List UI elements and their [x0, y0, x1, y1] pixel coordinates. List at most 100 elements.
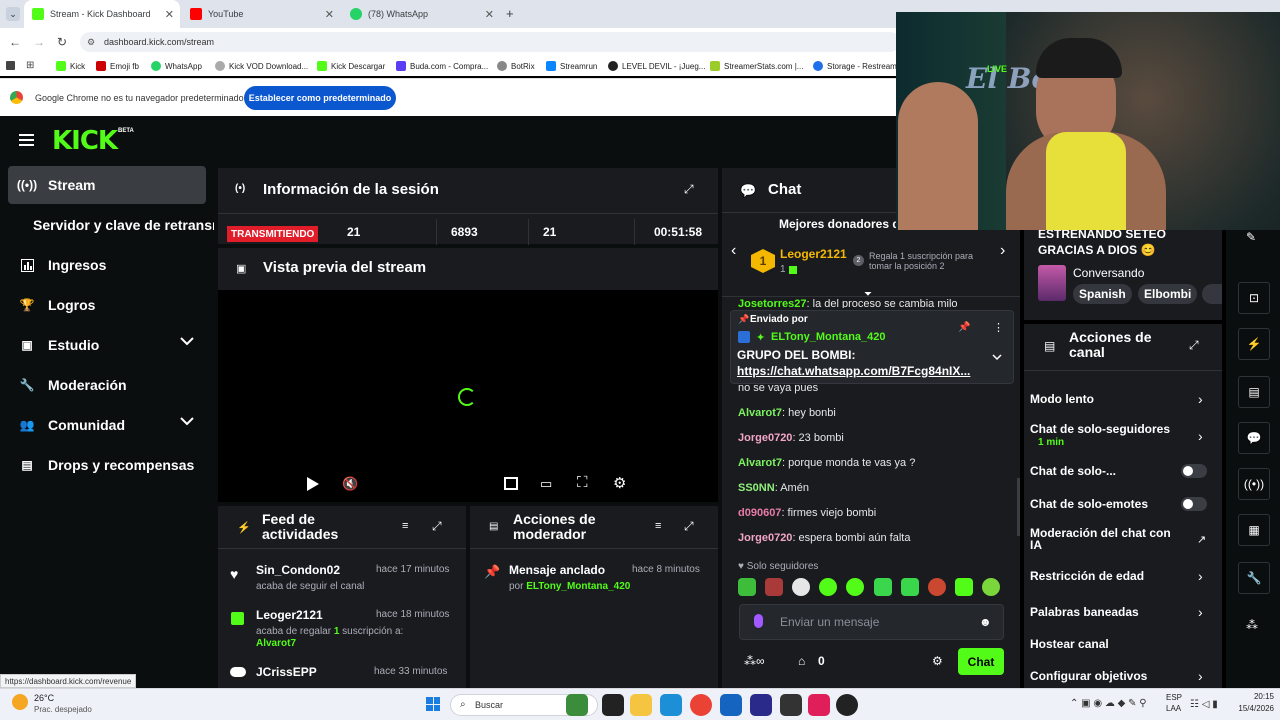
subs-only-toggle[interactable]	[1181, 464, 1207, 478]
pinned-user[interactable]: ELTony_Montana_420	[771, 331, 886, 343]
expand-icon[interactable]: ⤢	[684, 182, 694, 197]
expand-icon[interactable]: ⤢	[432, 519, 442, 534]
sidebar-item-logros[interactable]: 🏆 Logros	[8, 286, 206, 324]
kick-logo[interactable]: KICK	[52, 126, 118, 156]
lang-layout[interactable]: LAA	[1166, 704, 1181, 713]
sidebar-item-comunidad[interactable]: 👥 Comunidad	[8, 406, 206, 444]
tag-chip[interactable]: Spanish	[1073, 284, 1132, 304]
action-age-restriction[interactable]: Restricción de edad	[1030, 569, 1222, 583]
feed-target-user[interactable]: Alvarot7	[256, 638, 296, 649]
bookmark-kick[interactable]: Kick	[56, 59, 85, 73]
emote-icon[interactable]	[900, 578, 919, 596]
mute-icon[interactable]: 🔇	[342, 476, 358, 492]
chat-username[interactable]: d090607	[738, 507, 781, 519]
obs-icon[interactable]	[780, 694, 802, 716]
category-thumbnail[interactable]	[1038, 265, 1066, 301]
points-icon[interactable]: ⁂∞	[744, 654, 765, 668]
close-tab-icon[interactable]: ✕	[165, 8, 174, 21]
tiktok-icon[interactable]	[808, 694, 830, 716]
tab-whatsapp[interactable]: (78) WhatsApp ✕	[344, 0, 500, 28]
start-icon[interactable]	[426, 697, 440, 711]
tab-youtube[interactable]: YouTube ✕	[184, 0, 340, 28]
chat-username[interactable]: Josetorres27	[738, 298, 807, 308]
address-bar[interactable]: dashboard.kick.com/stream	[80, 32, 900, 52]
chat-username[interactable]: Alvarot7	[738, 457, 782, 469]
bookmark-botrix[interactable]: BotRix	[497, 59, 535, 73]
lightning-icon[interactable]: ⚡	[1238, 328, 1270, 360]
lang-code[interactable]: ESP	[1166, 693, 1182, 702]
side-panel-icon[interactable]	[6, 61, 15, 70]
trees-icon[interactable]	[566, 694, 588, 716]
set-default-button[interactable]: Establecer como predeterminado	[244, 86, 396, 110]
chat-username[interactable]: Jorge0720	[738, 432, 792, 444]
top-donor-name[interactable]: Leoger2121	[780, 247, 847, 261]
bookmark-streamrun[interactable]: Streamrun	[546, 59, 597, 73]
chat-username[interactable]: Jorge0720	[738, 532, 792, 544]
chevron-right-icon[interactable]: ›	[1198, 568, 1203, 584]
filter-icon[interactable]: ≡	[655, 520, 661, 532]
next-arrow-icon[interactable]: ›	[1000, 242, 1005, 260]
play-icon[interactable]	[306, 476, 320, 492]
clock-date[interactable]: 15/4/2026	[1228, 704, 1274, 713]
feed-user[interactable]: Sin_Condon02	[256, 563, 340, 577]
action-slow-mode[interactable]: Modo lento	[1030, 392, 1222, 406]
emote-icon[interactable]	[873, 578, 892, 596]
menu-icon[interactable]	[19, 134, 34, 146]
wrench-icon[interactable]: 🔧	[1238, 562, 1270, 594]
sidebar-item-moderacion[interactable]: 🔧 Moderación	[8, 366, 206, 404]
send-chat-button[interactable]: Chat	[958, 648, 1004, 675]
tray-icons[interactable]: ⌃ ▣ ◉ ☁ ◆ ✎ ⚲	[1070, 698, 1147, 709]
chat-settings-icon[interactable]: ⚙	[932, 654, 943, 668]
bookmark-restream[interactable]: Storage - Restream	[813, 59, 897, 73]
chevron-right-icon[interactable]: ›	[1198, 604, 1203, 620]
bookmark-kick-vod[interactable]: Kick VOD Download...	[215, 59, 308, 73]
emote-icon[interactable]	[765, 578, 784, 596]
sidebar-item-server-key[interactable]: Servidor y clave de retransmisión	[8, 206, 214, 244]
tab-search-button[interactable]: ⌄	[6, 7, 20, 21]
weather-icon[interactable]	[12, 694, 28, 710]
chevron-right-icon[interactable]: ›	[1198, 391, 1203, 407]
tab-kick[interactable]: Stream - Kick Dashboard ✕	[24, 0, 180, 28]
sidebar-item-drops[interactable]: ▤ Drops y recompensas	[8, 446, 206, 484]
chat-username[interactable]: Alvarot7	[738, 407, 782, 419]
apps-grid-icon[interactable]: ⊞	[26, 60, 34, 71]
action-banned-words[interactable]: Palabras baneadas	[1030, 605, 1222, 619]
action-ai-moderation[interactable]: Moderación del chat con IA	[1030, 527, 1180, 551]
screenshot-icon[interactable]: ⊡	[1238, 282, 1270, 314]
sidebar-item-ingresos[interactable]: Ingresos	[8, 246, 206, 284]
chevron-right-icon[interactable]: ›	[1198, 668, 1203, 684]
sidebar-item-stream[interactable]: ((•)) Stream	[8, 166, 206, 204]
bookmark-whatsapp[interactable]: WhatsApp	[151, 59, 202, 73]
emote-icon[interactable]	[792, 578, 811, 596]
clock-time[interactable]: 20:15	[1236, 692, 1274, 701]
network-volume-icon[interactable]: ☷ ◁ ▮	[1190, 699, 1218, 710]
feed-user[interactable]: JCrissEPP	[256, 665, 317, 679]
emote-icon[interactable]	[846, 578, 865, 596]
bookmark-buda[interactable]: Buda.com - Compra...	[396, 59, 488, 73]
action-followers-only[interactable]: Chat de solo-seguidores	[1030, 422, 1222, 436]
chat-scrollbar[interactable]	[1017, 478, 1020, 536]
emote-icon[interactable]	[819, 578, 838, 596]
emote-icon[interactable]	[954, 578, 973, 596]
miniplayer-icon[interactable]	[504, 477, 518, 490]
tag-chip-overflow[interactable]	[1202, 284, 1222, 304]
forward-icon[interactable]: →	[33, 35, 45, 49]
back-icon[interactable]: ←	[9, 35, 21, 49]
media-player-icon[interactable]	[836, 694, 858, 716]
chevron-down-icon[interactable]	[992, 354, 1002, 361]
prev-arrow-icon[interactable]: ‹	[731, 242, 736, 260]
settings-icon[interactable]: ⚙	[613, 474, 626, 492]
bookmark-kick-descargar[interactable]: Kick Descargar	[317, 59, 385, 73]
sidebar-item-estudio[interactable]: ▣ Estudio	[8, 326, 206, 364]
close-tab-icon[interactable]: ✕	[485, 8, 494, 21]
bookmark-streamerstats[interactable]: StreamerStats.com |...	[710, 59, 803, 73]
ea-icon[interactable]	[750, 694, 772, 716]
filter-icon[interactable]: ≡	[402, 520, 408, 532]
action-goals[interactable]: Configurar objetivos	[1030, 669, 1222, 683]
unpin-icon[interactable]: 📌	[958, 322, 970, 333]
external-link-icon[interactable]: ↗	[1197, 533, 1206, 546]
site-info-icon[interactable]: ⚙	[87, 37, 95, 48]
edit-icon[interactable]: ✎	[1246, 230, 1256, 244]
tag-chip[interactable]: Elbombi	[1138, 284, 1198, 304]
expand-icon[interactable]: ⤢	[684, 519, 694, 534]
